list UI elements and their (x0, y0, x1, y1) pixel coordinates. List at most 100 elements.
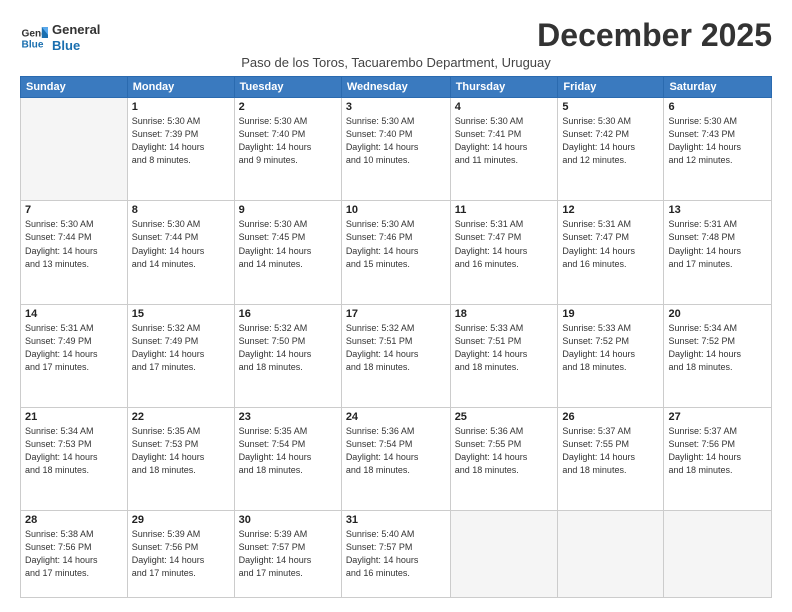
day-number: 14 (25, 308, 123, 320)
title-block: December 2025 (537, 18, 772, 53)
day-detail: Sunrise: 5:31 AM Sunset: 7:49 PM Dayligh… (25, 322, 123, 374)
calendar-cell: 2 Sunrise: 5:30 AM Sunset: 7:40 PM Daylig… (234, 98, 341, 201)
calendar-cell: 24Sunrise: 5:36 AM Sunset: 7:54 PM Dayli… (341, 407, 450, 510)
day-detail: Sunrise: 5:35 AM Sunset: 7:53 PM Dayligh… (132, 425, 230, 477)
month-title: December 2025 (537, 18, 772, 53)
day-number: 29 (132, 514, 230, 526)
calendar-cell: 6 Sunrise: 5:30 AM Sunset: 7:43 PM Daylig… (664, 98, 772, 201)
day-number: 4 (455, 101, 554, 113)
calendar-cell: 1 Sunrise: 5:30 AM Sunset: 7:39 PM Daylig… (127, 98, 234, 201)
calendar-cell: 31 Sunrise: 5:40 AM Sunset: 7:57 PM Dayli… (341, 511, 450, 598)
day-detail: Sunrise: 5:30 AM Sunset: 7:44 PM Dayligh… (25, 218, 123, 270)
calendar-cell: 16 Sunrise: 5:32 AM Sunset: 7:50 PM Dayli… (234, 304, 341, 407)
day-number: 1 (132, 101, 230, 113)
day-number: 24 (346, 411, 446, 423)
day-number: 11 (455, 204, 554, 216)
calendar-cell: 11 Sunrise: 5:31 AM Sunset: 7:47 PM Dayli… (450, 201, 558, 304)
day-number: 18 (455, 308, 554, 320)
day-number: 5 (562, 101, 659, 113)
calendar-cell: 23 Sunrise: 5:35 AM Sunset: 7:54 PM Dayli… (234, 407, 341, 510)
svg-text:Blue: Blue (22, 39, 44, 50)
day-number: 30 (239, 514, 337, 526)
day-number: 3 (346, 101, 446, 113)
day-detail: Sunrise: 5:30 AM Sunset: 7:41 PM Dayligh… (455, 115, 554, 167)
day-number: 8 (132, 204, 230, 216)
calendar-cell: 14 Sunrise: 5:31 AM Sunset: 7:49 PM Dayli… (21, 304, 128, 407)
day-detail: Sunrise: 5:31 AM Sunset: 7:48 PM Dayligh… (668, 218, 767, 270)
calendar-cell: 18 Sunrise: 5:33 AM Sunset: 7:51 PM Dayli… (450, 304, 558, 407)
calendar-cell: 28 Sunrise: 5:38 AM Sunset: 7:56 PM Dayli… (21, 511, 128, 598)
logo: General Blue General Blue (20, 22, 100, 53)
calendar-cell: 10 Sunrise: 5:30 AM Sunset: 7:46 PM Dayli… (341, 201, 450, 304)
calendar: Sunday Monday Tuesday Wednesday Thursday… (20, 76, 772, 598)
day-number: 25 (455, 411, 554, 423)
day-number: 17 (346, 308, 446, 320)
logo-icon: General Blue (20, 24, 48, 52)
calendar-cell (450, 511, 558, 598)
day-number: 19 (562, 308, 659, 320)
calendar-cell: 13 Sunrise: 5:31 AM Sunset: 7:48 PM Dayli… (664, 201, 772, 304)
day-number: 22 (132, 411, 230, 423)
day-detail: Sunrise: 5:31 AM Sunset: 7:47 PM Dayligh… (455, 218, 554, 270)
day-detail: Sunrise: 5:33 AM Sunset: 7:51 PM Dayligh… (455, 322, 554, 374)
col-thursday: Thursday (450, 77, 558, 98)
subtitle: Paso de los Toros, Tacuarembo Department… (20, 55, 772, 70)
col-tuesday: Tuesday (234, 77, 341, 98)
header-row: General Blue General Blue December 2025 (20, 18, 772, 53)
day-detail: Sunrise: 5:35 AM Sunset: 7:54 PM Dayligh… (239, 425, 337, 477)
logo-line2: Blue (52, 38, 100, 54)
calendar-cell: 29 Sunrise: 5:39 AM Sunset: 7:56 PM Dayli… (127, 511, 234, 598)
day-number: 13 (668, 204, 767, 216)
calendar-cell: 8 Sunrise: 5:30 AM Sunset: 7:44 PM Daylig… (127, 201, 234, 304)
col-sunday: Sunday (21, 77, 128, 98)
calendar-cell: 12 Sunrise: 5:31 AM Sunset: 7:47 PM Dayli… (558, 201, 664, 304)
day-detail: Sunrise: 5:30 AM Sunset: 7:40 PM Dayligh… (346, 115, 446, 167)
calendar-cell (664, 511, 772, 598)
day-number: 16 (239, 308, 337, 320)
day-detail: Sunrise: 5:30 AM Sunset: 7:42 PM Dayligh… (562, 115, 659, 167)
day-detail: Sunrise: 5:34 AM Sunset: 7:53 PM Dayligh… (25, 425, 123, 477)
calendar-cell (558, 511, 664, 598)
day-number: 10 (346, 204, 446, 216)
day-detail: Sunrise: 5:33 AM Sunset: 7:52 PM Dayligh… (562, 322, 659, 374)
day-number: 7 (25, 204, 123, 216)
day-detail: Sunrise: 5:32 AM Sunset: 7:50 PM Dayligh… (239, 322, 337, 374)
day-detail: Sunrise: 5:38 AM Sunset: 7:56 PM Dayligh… (25, 528, 123, 580)
logo-line1: General (52, 22, 100, 38)
day-number: 15 (132, 308, 230, 320)
col-saturday: Saturday (664, 77, 772, 98)
day-detail: Sunrise: 5:30 AM Sunset: 7:46 PM Dayligh… (346, 218, 446, 270)
calendar-header-row: Sunday Monday Tuesday Wednesday Thursday… (21, 77, 772, 98)
calendar-cell: 26Sunrise: 5:37 AM Sunset: 7:55 PM Dayli… (558, 407, 664, 510)
day-number: 21 (25, 411, 123, 423)
day-number: 26 (562, 411, 659, 423)
day-detail: Sunrise: 5:30 AM Sunset: 7:45 PM Dayligh… (239, 218, 337, 270)
day-number: 31 (346, 514, 446, 526)
calendar-cell: 5 Sunrise: 5:30 AM Sunset: 7:42 PM Daylig… (558, 98, 664, 201)
day-number: 28 (25, 514, 123, 526)
day-number: 12 (562, 204, 659, 216)
calendar-cell: 17Sunrise: 5:32 AM Sunset: 7:51 PM Dayli… (341, 304, 450, 407)
day-detail: Sunrise: 5:30 AM Sunset: 7:44 PM Dayligh… (132, 218, 230, 270)
day-number: 9 (239, 204, 337, 216)
day-detail: Sunrise: 5:30 AM Sunset: 7:40 PM Dayligh… (239, 115, 337, 167)
calendar-cell: 4 Sunrise: 5:30 AM Sunset: 7:41 PM Daylig… (450, 98, 558, 201)
day-detail: Sunrise: 5:30 AM Sunset: 7:39 PM Dayligh… (132, 115, 230, 167)
day-number: 23 (239, 411, 337, 423)
col-monday: Monday (127, 77, 234, 98)
calendar-cell: 3 Sunrise: 5:30 AM Sunset: 7:40 PM Daylig… (341, 98, 450, 201)
calendar-cell: 9 Sunrise: 5:30 AM Sunset: 7:45 PM Daylig… (234, 201, 341, 304)
calendar-cell: 25Sunrise: 5:36 AM Sunset: 7:55 PM Dayli… (450, 407, 558, 510)
day-detail: Sunrise: 5:40 AM Sunset: 7:57 PM Dayligh… (346, 528, 446, 580)
day-number: 6 (668, 101, 767, 113)
day-number: 2 (239, 101, 337, 113)
col-friday: Friday (558, 77, 664, 98)
day-detail: Sunrise: 5:31 AM Sunset: 7:47 PM Dayligh… (562, 218, 659, 270)
day-detail: Sunrise: 5:39 AM Sunset: 7:56 PM Dayligh… (132, 528, 230, 580)
day-detail: Sunrise: 5:30 AM Sunset: 7:43 PM Dayligh… (668, 115, 767, 167)
page: General Blue General Blue December 2025 … (0, 0, 792, 612)
calendar-cell: 7 Sunrise: 5:30 AM Sunset: 7:44 PM Daylig… (21, 201, 128, 304)
calendar-cell: 22 Sunrise: 5:35 AM Sunset: 7:53 PM Dayli… (127, 407, 234, 510)
calendar-cell: 21 Sunrise: 5:34 AM Sunset: 7:53 PM Dayli… (21, 407, 128, 510)
day-detail: Sunrise: 5:37 AM Sunset: 7:56 PM Dayligh… (668, 425, 767, 477)
